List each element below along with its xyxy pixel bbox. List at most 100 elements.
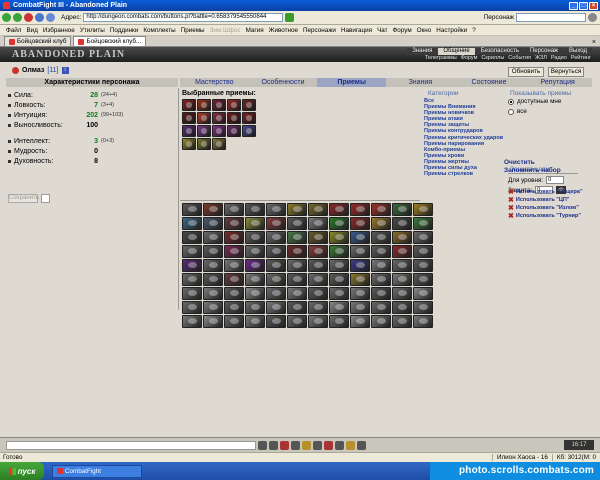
tab-club-2[interactable]: Бойцовский клуб... <box>73 36 147 46</box>
channel-icon[interactable] <box>313 440 322 450</box>
skill-icon[interactable] <box>308 203 328 216</box>
taskbar-app[interactable]: CombatFight <box>52 464 142 478</box>
skill-icon[interactable] <box>203 245 223 258</box>
skill-icon[interactable] <box>287 273 307 286</box>
skill-icon[interactable] <box>182 231 202 244</box>
skill-icon[interactable] <box>350 301 370 314</box>
use-set-label[interactable]: Использовать "Турнир" <box>516 213 581 219</box>
skill-icon[interactable] <box>371 231 391 244</box>
skill-icon[interactable] <box>266 287 286 300</box>
skill-icon[interactable] <box>245 273 265 286</box>
skill-icon[interactable] <box>392 259 412 272</box>
filter-icon[interactable] <box>291 440 300 450</box>
skill-icon[interactable] <box>224 217 244 230</box>
skill-icon[interactable] <box>287 315 307 328</box>
skill-icon[interactable] <box>329 203 349 216</box>
skill-icon[interactable] <box>224 273 244 286</box>
skill-icon[interactable] <box>224 287 244 300</box>
menu-item[interactable]: Поддинки <box>110 27 139 34</box>
skill-icon[interactable] <box>350 259 370 272</box>
use-set-link[interactable]: ✖ Использовать "Излом" <box>508 204 579 212</box>
skill-icon[interactable] <box>329 315 349 328</box>
delete-icon[interactable]: ✖ <box>508 212 514 220</box>
skill-icon[interactable] <box>245 315 265 328</box>
skill-icon[interactable] <box>287 203 307 216</box>
use-set-label[interactable]: Использовать "Пещера" <box>516 189 583 195</box>
skill-icon[interactable] <box>245 231 265 244</box>
selected-skill-icon[interactable] <box>212 99 226 111</box>
skill-icon[interactable] <box>350 273 370 286</box>
skill-icon[interactable] <box>392 245 412 258</box>
show-all-option[interactable]: все <box>508 108 527 115</box>
skill-icon[interactable] <box>350 287 370 300</box>
selected-skill-icon[interactable] <box>212 125 226 137</box>
skill-icon[interactable] <box>224 315 244 328</box>
clear-chat-icon[interactable] <box>280 440 289 450</box>
section-tab[interactable]: Репутация <box>523 78 592 87</box>
skill-icon[interactable] <box>350 315 370 328</box>
skill-icon[interactable] <box>329 273 349 286</box>
skill-icon[interactable] <box>203 287 223 300</box>
skill-icon[interactable] <box>350 217 370 230</box>
use-set-link[interactable]: ✖ Использовать "Пещера" <box>508 188 583 196</box>
section-tab[interactable]: Приемы <box>317 78 387 87</box>
skill-icon[interactable] <box>371 273 391 286</box>
topnav-item[interactable]: Безопасность <box>475 48 524 55</box>
subnav-item[interactable]: ЖЗЛ <box>534 55 548 61</box>
topnav-item[interactable]: Знания <box>407 48 438 55</box>
selected-skill-icon[interactable] <box>212 112 226 124</box>
use-set-link[interactable]: ✖ Использовать "ЦП" <box>508 196 569 204</box>
translit-icon[interactable] <box>302 440 311 450</box>
menu-item[interactable]: Утилиты <box>80 27 105 34</box>
selected-skill-icon[interactable] <box>227 112 241 124</box>
skill-icon[interactable] <box>266 301 286 314</box>
skill-icon[interactable] <box>266 203 286 216</box>
send-icon[interactable] <box>258 440 267 450</box>
skill-icon[interactable] <box>245 203 265 216</box>
use-set-link[interactable]: ✖ Использовать "Турнир" <box>508 212 581 220</box>
minimize-button[interactable]: _ <box>569 1 578 10</box>
skill-icon[interactable] <box>203 231 223 244</box>
selected-skill-icon[interactable] <box>182 138 196 150</box>
skill-icon[interactable] <box>392 287 412 300</box>
skill-icon[interactable] <box>182 217 202 230</box>
skill-icon[interactable] <box>308 315 328 328</box>
category-link[interactable]: Приемы стрелков <box>424 171 504 177</box>
skill-icon[interactable] <box>203 315 223 328</box>
menu-item[interactable]: Магия <box>246 27 264 34</box>
skill-icon[interactable] <box>266 231 286 244</box>
skill-icon[interactable] <box>329 217 349 230</box>
skill-icon[interactable] <box>329 231 349 244</box>
skill-icon[interactable] <box>392 231 412 244</box>
skill-icon[interactable] <box>182 273 202 286</box>
skill-icon[interactable] <box>182 203 202 216</box>
selected-skill-icon[interactable] <box>212 138 226 150</box>
subnav-item[interactable]: События <box>507 55 532 61</box>
skill-icon[interactable] <box>182 259 202 272</box>
skill-icon[interactable] <box>308 287 328 300</box>
remember-set-link[interactable]: Запомнить набор <box>504 167 561 174</box>
return-button[interactable]: Вернуться <box>548 67 584 77</box>
use-set-label[interactable]: Использовать "Излом" <box>516 205 579 211</box>
section-tab[interactable]: Знания <box>386 78 455 87</box>
skill-icon[interactable] <box>413 217 433 230</box>
level-select[interactable]: 0 <box>546 176 565 184</box>
selected-skill-icon[interactable] <box>197 125 211 137</box>
skill-icon[interactable] <box>371 315 391 328</box>
subnav-item[interactable]: Радио <box>550 55 568 61</box>
search-icon[interactable] <box>588 13 597 22</box>
close-button[interactable]: × <box>589 1 598 10</box>
selected-skill-icon[interactable] <box>182 99 196 111</box>
skill-icon[interactable] <box>413 203 433 216</box>
skill-icon[interactable] <box>413 273 433 286</box>
menu-item[interactable]: Избранное <box>43 27 75 34</box>
bag-icon[interactable] <box>346 440 355 450</box>
menu-item[interactable]: Навигация <box>341 27 372 34</box>
menu-item[interactable]: Зим.Шфос <box>210 27 241 34</box>
skill-icon[interactable] <box>371 203 391 216</box>
skill-icon[interactable] <box>182 315 202 328</box>
skill-icon[interactable] <box>245 287 265 300</box>
skill-icon[interactable] <box>350 203 370 216</box>
save-button[interactable]: Сохранить <box>8 194 39 203</box>
refresh-button[interactable]: Обновить <box>508 67 544 77</box>
